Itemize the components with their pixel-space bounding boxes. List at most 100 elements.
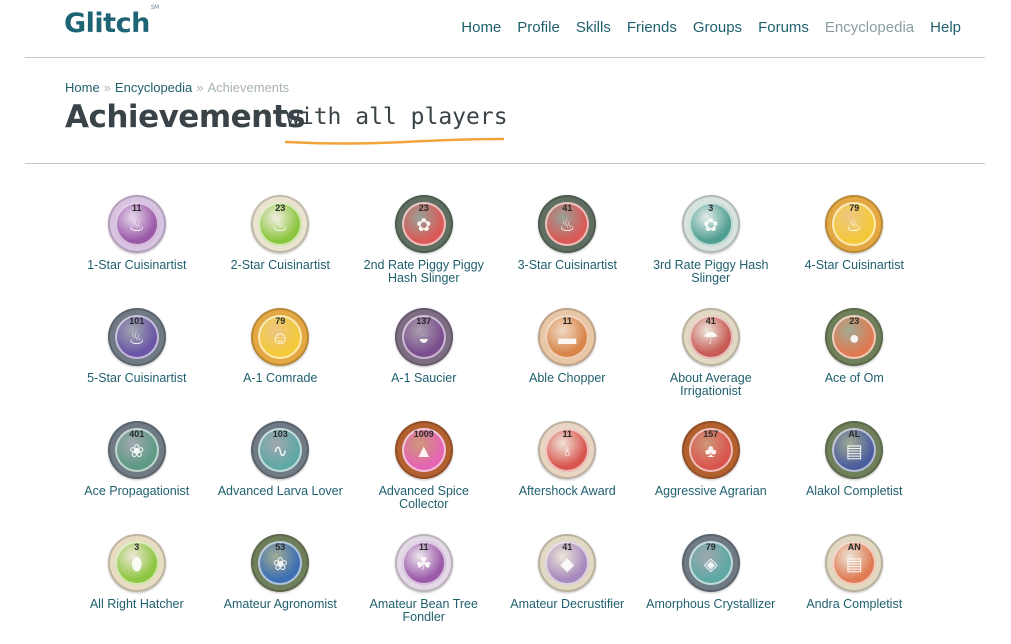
achievement-item[interactable]: 11 ♁ Aftershock Award — [496, 418, 640, 531]
achievement-badge[interactable]: 11 ☘ — [394, 534, 453, 592]
achievement-badge[interactable]: 3 ✿ — [681, 195, 740, 253]
achievement-badge[interactable]: 23 ♨ — [251, 195, 310, 253]
badge-count: 1009 — [413, 429, 434, 439]
achievement-item[interactable]: 101 ♨ 5-Star Cuisinartist — [65, 305, 209, 418]
achievement-badge[interactable]: 103 ∿ — [251, 421, 310, 479]
nav-help[interactable]: Help — [930, 19, 961, 36]
achievement-badge[interactable]: 101 ♨ — [107, 308, 166, 366]
achievement-label[interactable]: 4-Star Cuisinartist — [783, 259, 927, 272]
achievement-label[interactable]: A-1 Saucier — [352, 372, 496, 385]
achievement-item[interactable]: 11 ♨ 1-Star Cuisinartist — [65, 192, 209, 305]
badge-count: 157 — [703, 429, 719, 439]
achievement-label[interactable]: Amorphous Crystallizer — [639, 598, 783, 611]
pot-icon: ♨ — [846, 215, 863, 235]
achievement-item[interactable]: 3 ⬮ All Right Hatcher — [65, 531, 209, 644]
nav-forums[interactable]: Forums — [758, 19, 809, 36]
achievement-label[interactable]: Ace of Om — [783, 372, 927, 385]
achievement-badge[interactable]: 11 ▬ — [538, 308, 597, 366]
glitch-logo[interactable]: GlitchSM — [64, 4, 159, 39]
breadcrumb-home[interactable]: Home — [65, 80, 100, 95]
achievement-label[interactable]: Andra Completist — [783, 598, 927, 611]
achievement-badge[interactable]: 11 ♨ — [107, 195, 166, 253]
achievement-label[interactable]: Alakol Completist — [783, 485, 927, 498]
achievement-label[interactable]: Aggressive Agrarian — [639, 485, 783, 498]
achievement-badge[interactable]: 41 ◆ — [538, 534, 597, 592]
achievement-label[interactable]: Amateur Bean Tree Fondler — [352, 598, 496, 624]
achievement-label[interactable]: 5-Star Cuisinartist — [65, 372, 209, 385]
crystal-icon: ◈ — [703, 554, 718, 574]
achievement-item[interactable]: 11 ▬ Able Chopper — [496, 305, 640, 418]
badge-count: 53 — [275, 542, 286, 552]
pot-icon: ♨ — [128, 328, 145, 348]
achievement-item[interactable]: 23 ♨ 2-Star Cuisinartist — [209, 192, 353, 305]
achievement-item[interactable]: 41 ☂ About Average Irrigationist — [639, 305, 783, 418]
nav-skills[interactable]: Skills — [576, 19, 611, 36]
achievement-label[interactable]: Aftershock Award — [496, 485, 640, 498]
achievement-label[interactable]: About Average Irrigationist — [639, 372, 783, 398]
achievement-item[interactable]: 79 ♨ 4-Star Cuisinartist — [783, 192, 927, 305]
nav-encyclopedia[interactable]: Encyclopedia — [825, 19, 914, 36]
pig-icon: ✿ — [416, 215, 432, 235]
nav-profile[interactable]: Profile — [517, 19, 560, 36]
achievement-label[interactable]: 2nd Rate Piggy Piggy Hash Slinger — [352, 259, 496, 285]
achievement-item[interactable]: 53 ❀ Amateur Agronomist — [209, 531, 353, 644]
achievement-badge[interactable]: 79 ◈ — [681, 534, 740, 592]
achievement-badge[interactable]: 157 ♣ — [681, 421, 740, 479]
achievement-badge[interactable]: 401 ❀ — [107, 421, 166, 479]
achievement-item[interactable]: 103 ∿ Advanced Larva Lover — [209, 418, 353, 531]
title-divider — [25, 163, 985, 164]
achievement-item[interactable]: 41 ◆ Amateur Decrustifier — [496, 531, 640, 644]
achievement-label[interactable]: 3-Star Cuisinartist — [496, 259, 640, 272]
badge-count: 401 — [129, 429, 145, 439]
achievement-item[interactable]: 401 ❀ Ace Propagationist — [65, 418, 209, 531]
achievement-item[interactable]: 23 ✿ 2nd Rate Piggy Piggy Hash Slinger — [352, 192, 496, 305]
achievement-label[interactable]: Able Chopper — [496, 372, 640, 385]
achievement-badge[interactable]: 23 ✿ — [394, 195, 453, 253]
achievement-badge[interactable]: 41 ☂ — [681, 308, 740, 366]
achievement-badge[interactable]: 41 ♨ — [538, 195, 597, 253]
achievement-label[interactable]: All Right Hatcher — [65, 598, 209, 611]
achievement-item[interactable]: AL ▤ Alakol Completist — [783, 418, 927, 531]
achievement-item[interactable]: 137 ◒ A-1 Saucier — [352, 305, 496, 418]
achievement-label[interactable]: Advanced Spice Collector — [352, 485, 496, 511]
achievement-label[interactable]: Amateur Decrustifier — [496, 598, 640, 611]
achievement-item[interactable]: 41 ♨ 3-Star Cuisinartist — [496, 192, 640, 305]
badge-count: AL — [848, 429, 861, 439]
achievement-badge[interactable]: 3 ⬮ — [107, 534, 166, 592]
breadcrumb-encyclopedia[interactable]: Encyclopedia — [115, 80, 192, 95]
achievement-label[interactable]: A-1 Comrade — [209, 372, 353, 385]
achievement-item[interactable]: 1009 ▲ Advanced Spice Collector — [352, 418, 496, 531]
achievement-badge[interactable]: 1009 ▲ — [394, 421, 453, 479]
badge-count: 11 — [418, 542, 429, 552]
achievement-item[interactable]: 23 ● Ace of Om — [783, 305, 927, 418]
achievement-item[interactable]: AN ▤ Andra Completist — [783, 531, 927, 644]
badge-count: 41 — [705, 316, 716, 326]
bean-icon: ☘ — [415, 554, 432, 574]
nav-friends[interactable]: Friends — [627, 19, 677, 36]
achievement-badge[interactable]: 23 ● — [825, 308, 884, 366]
achievement-item[interactable]: 79 ☺ A-1 Comrade — [209, 305, 353, 418]
achievement-item[interactable]: 3 ✿ 3rd Rate Piggy Hash Slinger — [639, 192, 783, 305]
achievement-badge[interactable]: AL ▤ — [825, 421, 884, 479]
achievement-label[interactable]: 1-Star Cuisinartist — [65, 259, 209, 272]
achievement-badge[interactable]: 11 ♁ — [538, 421, 597, 479]
achievement-label[interactable]: 3rd Rate Piggy Hash Slinger — [639, 259, 783, 285]
breadcrumb: Home» Encyclopedia» Achievements — [65, 80, 289, 95]
achievement-item[interactable]: 11 ☘ Amateur Bean Tree Fondler — [352, 531, 496, 644]
nav-groups[interactable]: Groups — [693, 19, 742, 36]
achievement-badge[interactable]: 53 ❀ — [251, 534, 310, 592]
nav-home[interactable]: Home — [461, 19, 501, 36]
achievement-label[interactable]: Advanced Larva Lover — [209, 485, 353, 498]
achievement-label[interactable]: Ace Propagationist — [65, 485, 209, 498]
achievement-badge[interactable]: 137 ◒ — [394, 308, 453, 366]
achievement-item[interactable]: 79 ◈ Amorphous Crystallizer — [639, 531, 783, 644]
badge-count: 79 — [705, 542, 716, 552]
achievement-label[interactable]: 2-Star Cuisinartist — [209, 259, 353, 272]
subtitle-underline — [284, 137, 505, 145]
achievement-badge[interactable]: 79 ☺ — [251, 308, 310, 366]
achievement-item[interactable]: 157 ♣ Aggressive Agrarian — [639, 418, 783, 531]
badge-count: 41 — [562, 203, 573, 213]
achievement-badge[interactable]: AN ▤ — [825, 534, 884, 592]
achievement-badge[interactable]: 79 ♨ — [825, 195, 884, 253]
achievement-label[interactable]: Amateur Agronomist — [209, 598, 353, 611]
